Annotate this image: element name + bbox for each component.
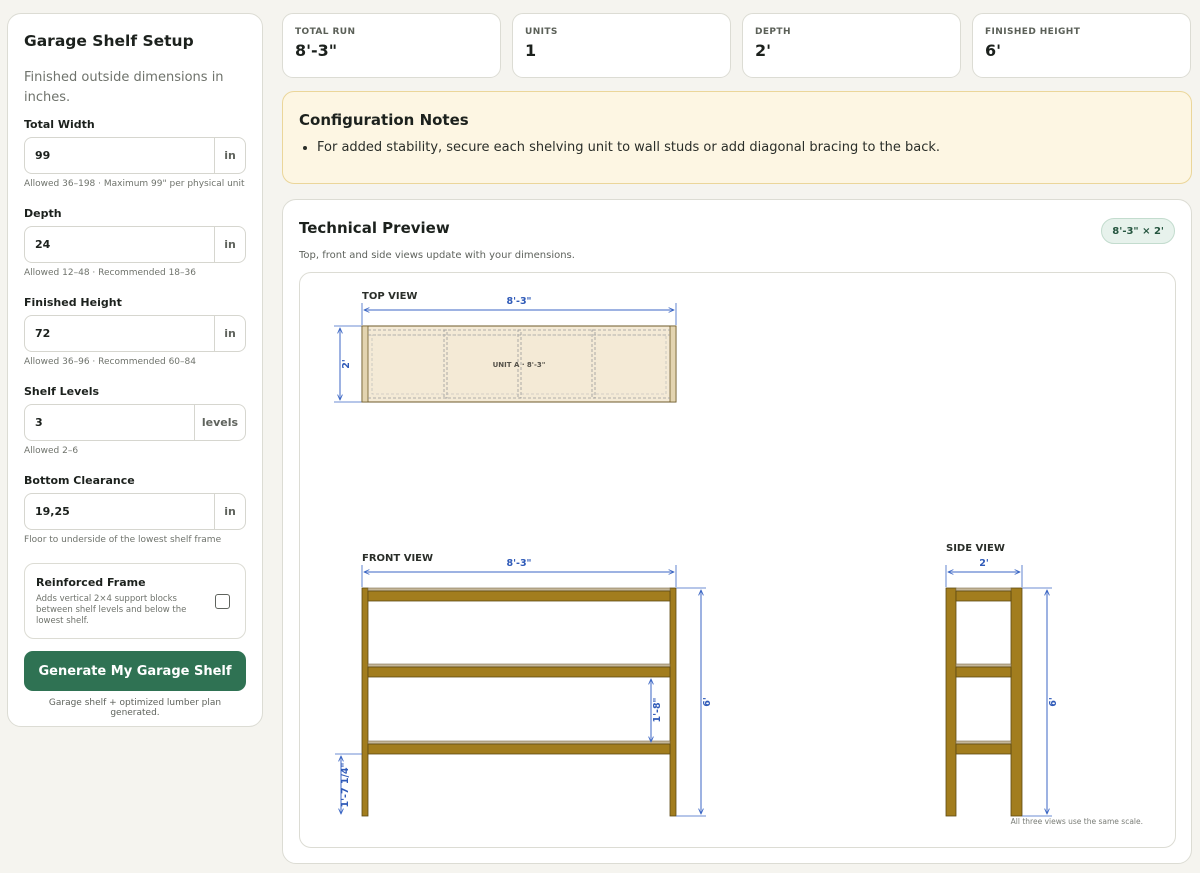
bottom-clearance-input[interactable]: 19,25 in — [24, 493, 246, 530]
stat-value: 2' — [755, 41, 772, 60]
reinforced-frame-option[interactable]: Reinforced Frame Adds vertical 2×4 suppo… — [24, 563, 246, 639]
total-width-label: Total Width — [24, 118, 95, 131]
preview-subtitle: Top, front and side views update with yo… — [299, 250, 575, 261]
drawing-canvas: TOP VIEW 8'-3" 2' UNIT A · 8'-3" FRONT V… — [299, 272, 1176, 848]
finished-height-unit: in — [214, 316, 245, 351]
depth-label: Depth — [24, 207, 62, 220]
shelf-levels-input[interactable]: 3 levels — [24, 404, 246, 441]
note-item: For added stability, secure each shelvin… — [317, 140, 1175, 155]
finished-height-hint: Allowed 36–96 · Recommended 60–84 — [24, 357, 196, 367]
depth-input[interactable]: 24 in — [24, 226, 246, 263]
bottom-clearance-value[interactable]: 19,25 — [25, 494, 214, 529]
stat-label: TOTAL RUN — [295, 27, 356, 37]
stat-value: 1 — [525, 41, 537, 60]
notes-list: For added stability, secure each shelvin… — [299, 140, 1175, 155]
side-view-frame — [945, 587, 1023, 817]
depth-unit: in — [214, 227, 245, 262]
front-view-label: FRONT VIEW — [362, 553, 433, 564]
top-view-width-text: 8'-3" — [506, 296, 531, 307]
front-view-frame — [361, 587, 677, 817]
top-view-depth-text: 2' — [341, 359, 352, 369]
generate-status: Garage shelf + optimized lumber plan gen… — [48, 698, 222, 718]
front-view-height-text: 6' — [702, 697, 713, 707]
stat-value: 8'-3" — [295, 41, 338, 60]
side-view-label: SIDE VIEW — [946, 543, 1005, 554]
stat-depth: DEPTH 2' — [742, 13, 961, 78]
finished-height-input[interactable]: 72 in — [24, 315, 246, 352]
reinforced-frame-checkbox[interactable] — [215, 594, 230, 609]
stat-label: DEPTH — [755, 27, 791, 37]
finished-height-value[interactable]: 72 — [25, 316, 214, 351]
front-view-spacing-text: 1'-8" — [652, 697, 663, 722]
drawing-svg: TOP VIEW 8'-3" 2' UNIT A · 8'-3" FRONT V… — [334, 291, 1143, 826]
total-width-input[interactable]: 99 in — [24, 137, 246, 174]
finished-height-label: Finished Height — [24, 296, 122, 309]
depth-hint: Allowed 12–48 · Recommended 18–36 — [24, 268, 196, 278]
total-width-hint: Allowed 36–198 · Maximum 99" per physica… — [24, 179, 245, 189]
bottom-clearance-label: Bottom Clearance — [24, 474, 135, 487]
bottom-clearance-hint: Floor to underside of the lowest shelf f… — [24, 535, 222, 545]
configuration-notes: Configuration Notes For added stability,… — [282, 91, 1192, 184]
setup-title: Garage Shelf Setup — [24, 32, 194, 50]
reinforced-frame-description: Adds vertical 2×4 support blocks between… — [36, 594, 187, 626]
stat-total-run: TOTAL RUN 8'-3" — [282, 13, 501, 78]
technical-preview: Technical Preview Top, front and side vi… — [282, 199, 1192, 864]
side-view-height-text: 6' — [1048, 697, 1059, 707]
shelf-levels-hint: Allowed 2–6 — [24, 446, 79, 456]
reinforced-frame-title: Reinforced Frame — [36, 576, 146, 589]
total-width-value[interactable]: 99 — [25, 138, 214, 173]
dimension-badge: 8'-3" × 2' — [1101, 218, 1175, 244]
stat-units: UNITS 1 — [512, 13, 731, 78]
stat-label: FINISHED HEIGHT — [985, 27, 1081, 37]
setup-panel: Garage Shelf Setup Finished outside dime… — [7, 13, 263, 727]
total-width-unit: in — [214, 138, 245, 173]
shelf-levels-unit: levels — [194, 405, 245, 440]
generate-button[interactable]: Generate My Garage Shelf — [24, 651, 246, 691]
bottom-clearance-unit: in — [214, 494, 245, 529]
depth-value[interactable]: 24 — [25, 227, 214, 262]
side-view-depth-text: 2' — [979, 558, 989, 569]
stat-finished-height: FINISHED HEIGHT 6' — [972, 13, 1191, 78]
top-view-label: TOP VIEW — [362, 291, 417, 302]
front-view-width-text: 8'-3" — [506, 558, 531, 569]
notes-title: Configuration Notes — [299, 111, 469, 129]
scale-note: All three views use the same scale. — [1011, 817, 1143, 826]
setup-description: Finished outside dimensions in inches. — [24, 70, 224, 105]
shelf-levels-value[interactable]: 3 — [25, 405, 194, 440]
stat-value: 6' — [985, 41, 1002, 60]
top-view-unit-label: UNIT A · 8'-3" — [493, 361, 546, 369]
front-view-clearance-text: 1'-7 1/4" — [340, 762, 351, 807]
stat-label: UNITS — [525, 27, 558, 37]
shelf-levels-label: Shelf Levels — [24, 385, 100, 398]
preview-title: Technical Preview — [299, 219, 450, 237]
